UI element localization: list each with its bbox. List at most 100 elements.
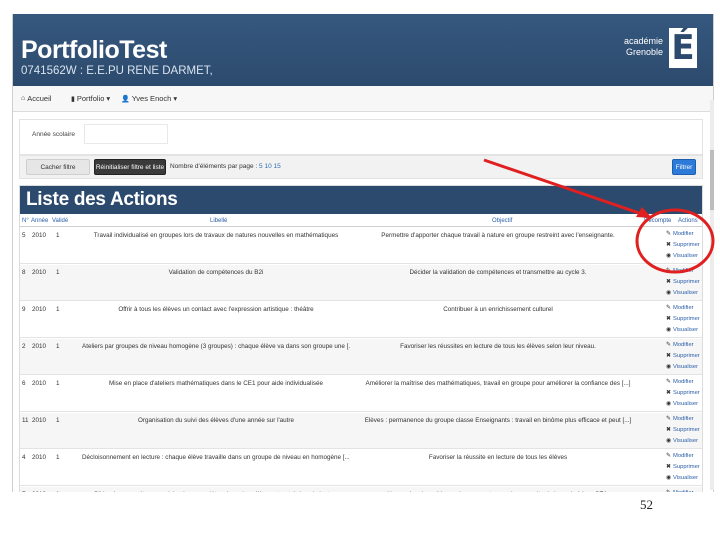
action-label: Supprimer [673,464,700,470]
cell-libelle: Travail individualisé en groupes lors de… [93,232,339,239]
nav-label: Portfolio [76,94,105,103]
annee-input[interactable] [84,124,168,144]
action-label: Supprimer [673,242,700,248]
col-validated[interactable]: Validé [52,218,68,224]
table-row: 8 2010 1 Validation de compétences du B2i Dé… [20,265,702,301]
per-page-options[interactable]: 5 10 15 [259,163,281,170]
edit-link[interactable]: ✎Modifier [666,488,702,492]
cell-year: 2010 [32,343,47,350]
delete-icon: ✖ [666,316,672,322]
cell-libelle: Mise en place d'ateliers mathématiques d… [108,380,324,387]
delete-icon: ✖ [666,427,672,433]
col-no[interactable]: N° [22,218,29,224]
app-header: PortfolioTest 0741562W : E.E.PU RENE DAR… [13,14,713,86]
action-label: Visualiser [673,364,699,370]
nav-item-user[interactable]: 👤 Yves Enoch ▾ [121,94,177,103]
cell-validated: 1 [56,454,60,461]
col-objectif[interactable]: Objectif [492,218,512,224]
eye-icon: ◉ [666,327,672,333]
table-row: 72010 1 Cibler des compétences minimales p… [20,487,702,492]
view-link[interactable]: ◉ Visualiser [666,436,702,447]
cell-number: 7 [22,491,32,492]
list-title-bar: Liste des Actions [20,186,702,214]
logo-line1: académie [623,36,663,46]
filter-button[interactable]: Filtrer [672,159,696,175]
edit-icon: ✎ [666,305,672,311]
col-decompte[interactable]: Décompte [644,218,671,224]
nav-item-portfolio[interactable]: ▮ Portfolio ▾ [71,94,110,103]
table-row: 2 2010 1 Ateliers par groupes de niveau hom… [20,339,702,375]
col-libelle[interactable]: Libellé [210,218,227,224]
caret-down-icon: ▾ [173,94,178,103]
edit-icon: ✎ [666,379,672,385]
delete-link[interactable]: ✖ Supprimer [666,240,702,251]
cell-libelle: Décloisonnement en lecture : chaque élèv… [82,454,350,461]
edit-icon: ✎ [666,488,672,492]
row-actions: ✎Modifier✖Supprimer◉Visualiser [666,303,702,336]
home-icon: ⌂ [21,95,26,102]
edit-link[interactable]: ✎Modifier [666,414,702,425]
edit-icon: ✎ [666,268,672,274]
cell-number: 6 [22,380,26,387]
cell-validated: 1 [56,380,60,387]
reset-filter-button[interactable]: Réinitialiser filtre et liste [94,159,166,175]
view-link[interactable]: ◉ Visualiser [666,362,702,373]
action-label: Modifier [673,379,694,385]
per-page-label: Nombre d'éléments par page : [170,163,258,170]
action-label: Supprimer [673,427,700,433]
cell-year: 2010 [32,232,47,239]
delete-link[interactable]: ✖ Supprimer [666,314,702,325]
edit-link[interactable]: ✎Modifier [666,377,702,388]
cell-objectif: Améliorer la maîtrise des mathématiques,… [365,380,631,387]
view-link[interactable]: ◉ Visualiser [666,251,702,262]
edit-link[interactable]: ✎Modifier [666,266,702,277]
delete-link[interactable]: ✖ Supprimer [666,425,702,436]
action-label: Supprimer [673,353,700,359]
edit-icon: ✎ [666,342,672,348]
annee-label: Année scolaire [32,131,75,138]
view-link[interactable]: ◉ Visualiser [666,399,702,410]
delete-icon: ✖ [666,279,672,285]
action-label: Visualiser [673,475,699,481]
delete-link[interactable]: ✖ Supprimer [666,388,702,399]
per-page-selector: Nombre d'éléments par page : 5 10 15 [170,163,281,170]
eye-icon: ◉ [666,401,672,407]
view-link[interactable]: ◉ Visualiser [666,473,702,484]
cell-objectif: Harmoniser les critères pris en compte p… [360,491,636,492]
edit-link[interactable]: ✎Modifier [666,340,702,351]
view-link[interactable]: ◉ Visualiser [666,288,702,299]
edit-link[interactable]: ✎Modifier [666,229,702,240]
page-number: 52 [640,497,653,512]
action-label: Modifier [673,453,694,459]
cell-validated: 1 [56,491,64,492]
row-actions: ✎Modifier✖Supprimer◉Visualiser [666,451,702,484]
col-year[interactable]: Année [31,218,48,224]
cell-number: 5 [22,232,26,239]
delete-link[interactable]: ✖ Supprimer [666,351,702,362]
edit-link[interactable]: ✎Modifier [666,451,702,462]
action-label: Modifier [673,342,694,348]
cell-year: 2010 [32,269,47,276]
delete-link[interactable]: ✖ Supprimer [666,277,702,288]
edit-link[interactable]: ✎Modifier [666,303,702,314]
cell-validated: 1 [56,232,60,239]
navbar: ⌂ Accueil ▮ Portfolio ▾ 👤 Yves Enoch ▾ [13,86,713,112]
scrollbar-thumb[interactable] [710,150,714,210]
action-label: Supprimer [673,279,700,285]
book-icon: ▮ [71,95,75,103]
cell-number: 8 [22,269,26,276]
table-row: 9 2010 1 Offrir à tous les élèves un contac… [20,302,702,338]
action-label: Supprimer [673,390,700,396]
cell-number: 11 [22,417,29,424]
cell-year: 2010 [32,417,47,424]
action-label: Visualiser [673,327,699,333]
view-link[interactable]: ◉ Visualiser [666,325,702,336]
filter-panel: Année scolaire [19,119,703,155]
cell-year: 2010 [32,380,47,387]
cell-objectif: Permettre d'apporter chaque travail à na… [381,232,615,239]
delete-icon: ✖ [666,242,672,248]
nav-item-accueil[interactable]: ⌂ Accueil [21,94,51,103]
hide-filter-button[interactable]: Cacher filtre [26,159,90,175]
delete-link[interactable]: ✖ Supprimer [666,462,702,473]
user-icon: 👤 [121,95,130,103]
